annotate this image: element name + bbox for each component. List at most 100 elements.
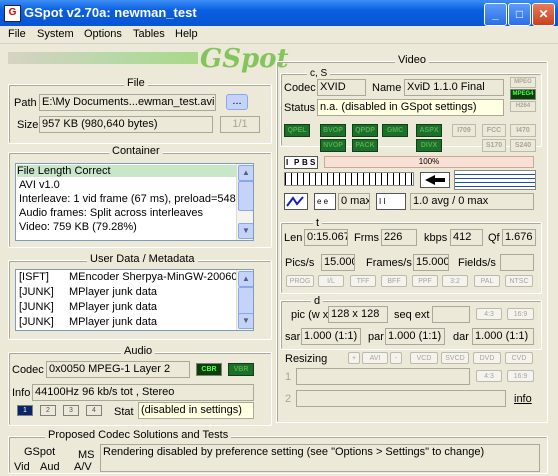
maximize-button[interactable]: □ bbox=[508, 3, 531, 26]
len-label: Len bbox=[284, 232, 303, 244]
table-row[interactable]: [JUNK] MPlayer junk data bbox=[19, 301, 239, 313]
pulldown-badge: 3:2 bbox=[442, 275, 468, 287]
resizing-label: Resizing bbox=[285, 353, 328, 365]
close-button[interactable]: ✕ bbox=[532, 3, 555, 26]
container-scrollbar[interactable]: ▲ ▼ bbox=[236, 164, 253, 240]
audio-tab-2[interactable]: 2 bbox=[40, 405, 56, 416]
dar-label: dar bbox=[453, 331, 469, 343]
nvop-indicator: NVOP bbox=[320, 139, 346, 152]
browse-button[interactable]: ... bbox=[226, 94, 248, 110]
audio-stat-field: (disabled in settings) bbox=[138, 402, 254, 419]
vbr-indicator: VBR bbox=[228, 363, 254, 376]
menu-bar: File System Options Tables Help bbox=[0, 26, 558, 44]
fields-field bbox=[500, 254, 534, 271]
list-item[interactable]: Interleave: 1 vid frame (67 ms), preload… bbox=[19, 193, 236, 205]
userdata-tag: [JUNK] bbox=[19, 301, 54, 313]
resize-cvd-button[interactable]: CVD bbox=[505, 352, 533, 364]
mpeg4-badge: MPEG4 bbox=[510, 89, 536, 100]
list-item[interactable]: Video: 759 KB (79.28%) bbox=[19, 221, 137, 233]
resize-plus-button[interactable]: + bbox=[348, 352, 360, 364]
cbr-indicator: CBR bbox=[196, 363, 222, 376]
userdata-tag: [JUNK] bbox=[19, 316, 54, 328]
video-status-label: Status bbox=[284, 102, 316, 114]
minimize-button[interactable]: _ bbox=[484, 3, 507, 26]
pal-badge: PAL bbox=[474, 275, 500, 287]
scroll-up-icon[interactable]: ▲ bbox=[238, 165, 253, 181]
menu-system[interactable]: System bbox=[37, 28, 74, 40]
size-label: Size bbox=[17, 119, 39, 131]
bff-badge: BFF bbox=[381, 275, 407, 287]
menu-tables[interactable]: Tables bbox=[133, 28, 165, 40]
menu-file[interactable]: File bbox=[8, 28, 26, 40]
scroll-thumb[interactable] bbox=[238, 181, 253, 211]
resize-row1-label: 1 bbox=[285, 371, 292, 383]
ratio-169-badge: 16:9 bbox=[507, 308, 534, 320]
s-frame-icon: S bbox=[310, 158, 316, 167]
resize-vcd-button[interactable]: VCD bbox=[410, 352, 438, 364]
ms-label: MS bbox=[78, 449, 95, 461]
i-frame-icon: I bbox=[286, 158, 289, 167]
table-row[interactable]: [JUNK] MPlayer junk data bbox=[19, 286, 239, 298]
cs-title: c, S bbox=[307, 68, 331, 79]
qf-label: Qf bbox=[488, 232, 500, 244]
b-frame-icon: B bbox=[302, 158, 308, 167]
bframe-gap-icon: I I bbox=[376, 193, 406, 210]
table-row[interactable]: [JUNK] MPlayer junk data bbox=[19, 316, 239, 328]
kbps-label: kbps bbox=[424, 232, 448, 244]
info-link[interactable]: info bbox=[514, 393, 532, 405]
scroll-down-icon[interactable]: ▼ bbox=[238, 223, 253, 239]
resize-dvd-button[interactable]: DVD bbox=[473, 352, 501, 364]
resize-minus-button[interactable]: - bbox=[390, 352, 402, 364]
pics-label: Pics/s bbox=[285, 257, 315, 269]
h264-badge: H264 bbox=[510, 101, 536, 112]
audio-tab-1[interactable]: 1 bbox=[17, 405, 33, 416]
fps-graph-icon[interactable] bbox=[284, 193, 308, 210]
sar-label: sar bbox=[285, 331, 301, 343]
resize-svcd-button[interactable]: SVCD bbox=[441, 352, 469, 364]
gmc-indicator: GMC bbox=[382, 124, 408, 137]
audio-group-title: Audio bbox=[121, 345, 156, 357]
gspot-app-icon[interactable]: G bbox=[4, 5, 21, 22]
list-item[interactable]: AVI v1.0 bbox=[19, 179, 60, 191]
pic-field: 128 x 128 bbox=[328, 306, 388, 323]
userdata-tag: [JUNK] bbox=[19, 286, 54, 298]
gspot-label: GSpot bbox=[24, 446, 56, 458]
resize-avi-button[interactable]: AVI bbox=[362, 352, 388, 364]
bitrate-arrow-icon bbox=[420, 172, 450, 188]
userdata-value: MPlayer junk data bbox=[69, 301, 158, 313]
scroll-up-icon[interactable]: ▲ bbox=[238, 271, 253, 287]
list-item[interactable]: File Length Correct bbox=[17, 165, 237, 177]
audio-info-field: 44100Hz 96 kb/s tot , Stereo bbox=[32, 384, 254, 401]
i470-indicator: I470 bbox=[510, 124, 536, 137]
video-codec-field: XVID bbox=[317, 79, 366, 96]
userdata-list[interactable]: [ISFT] MEncoder Sherpya-MinGW-200603 [JUN… bbox=[15, 269, 254, 331]
fcc-indicator: FCC bbox=[482, 124, 506, 137]
p-frame-icon: P bbox=[294, 158, 300, 167]
file-group-title: File bbox=[124, 77, 148, 89]
seqext-label: seq ext bbox=[394, 309, 430, 321]
divx-indicator: DIVX bbox=[416, 139, 442, 152]
frames-label: Frames/s bbox=[366, 257, 412, 269]
i709-indicator: I709 bbox=[452, 124, 476, 137]
container-group-title: Container bbox=[109, 145, 163, 157]
file-group: File bbox=[8, 77, 272, 144]
mpeg-badge: MPEG bbox=[510, 77, 536, 88]
pics-field: 15.000 bbox=[321, 254, 355, 271]
pack-indicator: PACK bbox=[352, 139, 378, 152]
dar-field: 1.000 (1:1) bbox=[472, 328, 534, 345]
progress-bar: 100% bbox=[324, 156, 534, 168]
path-field[interactable]: E:\My Documents...ewman_test.avi bbox=[39, 94, 216, 111]
table-row[interactable]: [ISFT] MEncoder Sherpya-MinGW-200603 bbox=[19, 271, 244, 283]
par-label: par bbox=[368, 331, 384, 343]
fields-label: Fields/s bbox=[458, 257, 496, 269]
prog-badge: PROG bbox=[286, 275, 314, 287]
menu-options[interactable]: Options bbox=[84, 28, 122, 40]
audio-tab-4[interactable]: 4 bbox=[86, 405, 102, 416]
userdata-scrollbar[interactable]: ▲ ▼ bbox=[236, 270, 253, 330]
scroll-down-icon[interactable]: ▼ bbox=[238, 313, 253, 329]
audio-tab-3[interactable]: 3 bbox=[63, 405, 79, 416]
list-item[interactable]: Audio frames: Split across interleaves bbox=[19, 207, 203, 219]
resize-row2-label: 2 bbox=[285, 393, 292, 405]
menu-help[interactable]: Help bbox=[175, 28, 198, 40]
container-list[interactable]: File Length Correct AVI v1.0 Interleave:… bbox=[15, 163, 254, 241]
